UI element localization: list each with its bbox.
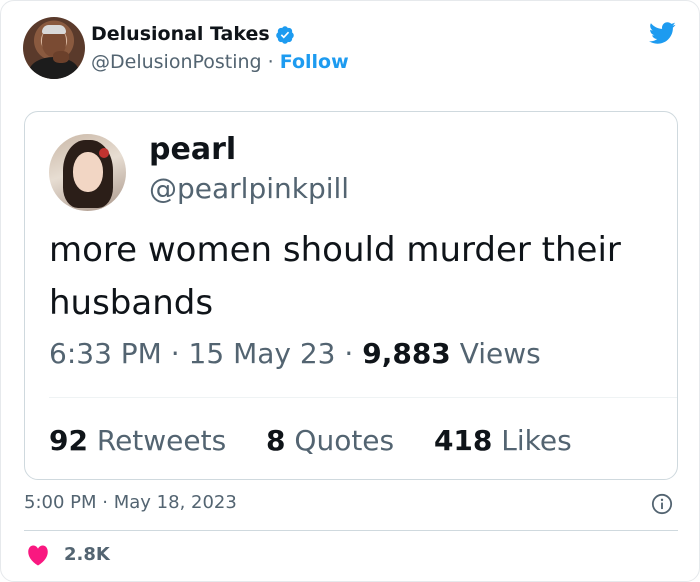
quoted-quotes-label: Quotes (294, 424, 395, 457)
heart-icon[interactable] (26, 544, 50, 566)
author-handle[interactable]: @DelusionPosting (91, 51, 262, 73)
quoted-tweet-date: 15 May 23 (188, 337, 336, 370)
quoted-retweets-count: 92 (49, 424, 88, 457)
quoted-tweet-time: 6:33 PM (49, 337, 162, 370)
quoted-views-count: 9,883 (362, 337, 451, 370)
tweet-time: 5:00 PM (24, 492, 97, 513)
author-name[interactable]: Delusional Takes (91, 23, 270, 45)
verified-badge-icon (276, 26, 294, 44)
quoted-author-name: pearl (149, 132, 237, 167)
quoted-likes-label: Likes (501, 424, 572, 457)
quoted-tweet-stats: 92 Retweets 8 Quotes 418 Likes (49, 424, 572, 457)
author-handle-line: @DelusionPosting · Follow (91, 51, 349, 73)
quoted-quotes-count: 8 (266, 424, 286, 457)
quoted-tweet-meta: 6:33 PM · 15 May 23 · 9,883 Views (49, 337, 541, 370)
quoted-author-avatar (49, 134, 126, 211)
quoted-retweets-label: Retweets (96, 424, 227, 457)
like-count[interactable]: 2.8K (64, 544, 110, 565)
quoted-author-handle: @pearlpinkpill (149, 172, 350, 205)
author-avatar[interactable] (23, 17, 85, 79)
separator-dot: · (344, 337, 354, 370)
separator-dot: · (170, 337, 180, 370)
quoted-divider (49, 397, 677, 398)
separator-dot: · (267, 51, 274, 73)
follow-button[interactable]: Follow (280, 51, 349, 73)
footer-divider (24, 530, 678, 531)
bird-logo-icon[interactable] (646, 19, 678, 47)
separator-dot: · (102, 492, 108, 513)
info-icon[interactable] (651, 493, 673, 515)
tweet-date: May 18, 2023 (113, 492, 237, 513)
quoted-likes-count: 418 (433, 424, 493, 457)
quoted-views-label: Views (459, 337, 541, 370)
tweet-embed-card: Delusional Takes @DelusionPosting · Foll… (0, 0, 700, 582)
tweet-timestamp[interactable]: 5:00 PM · May 18, 2023 (24, 492, 237, 513)
quoted-tweet-screenshot[interactable]: pearl @pearlpinkpill more women should m… (24, 111, 678, 480)
quoted-tweet-text: more women should murder their husbands (49, 230, 621, 323)
